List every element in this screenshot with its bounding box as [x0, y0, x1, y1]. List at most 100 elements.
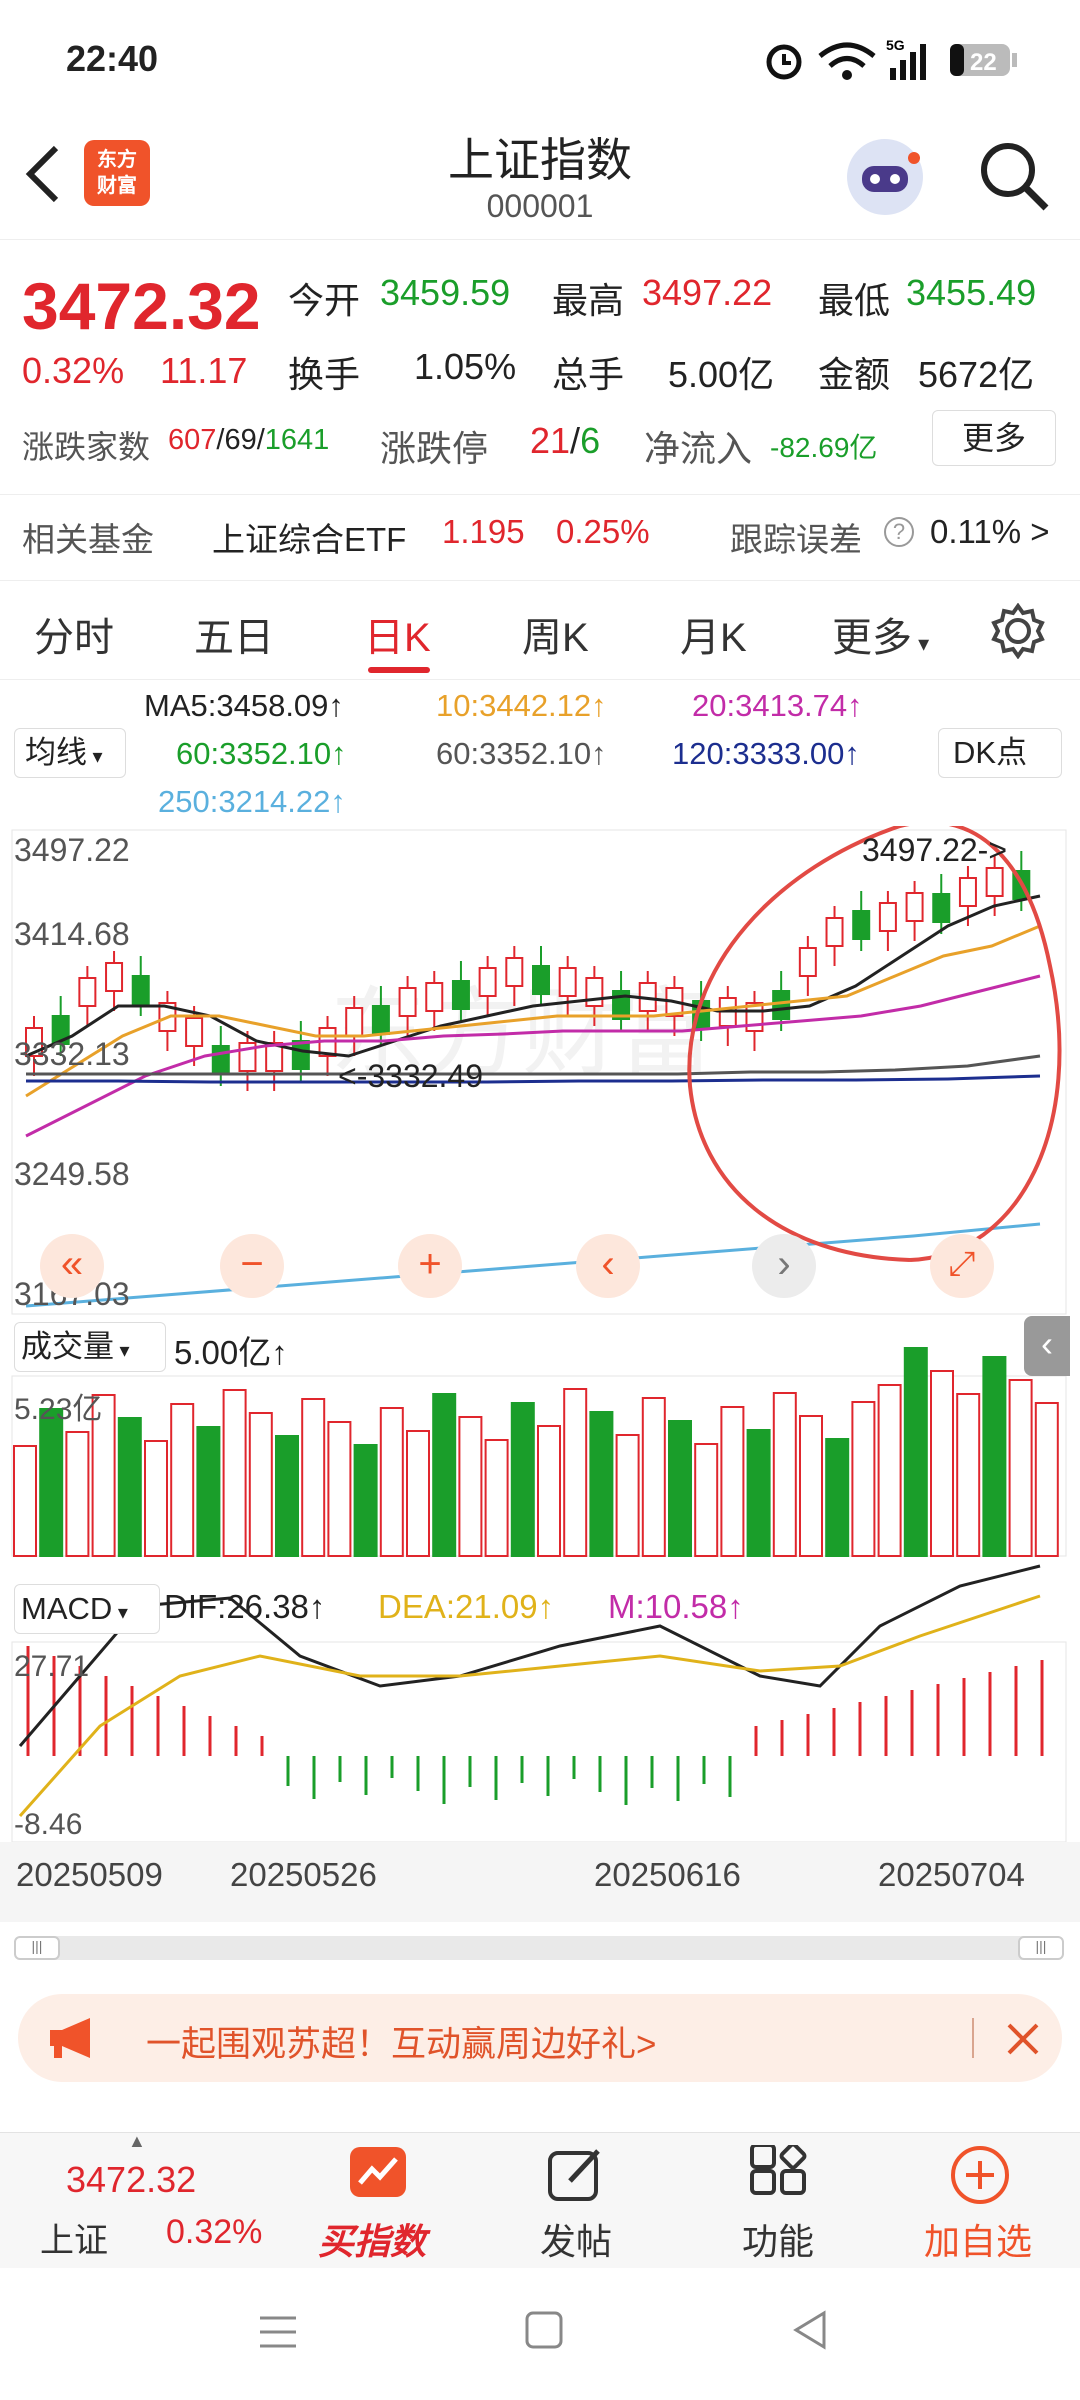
candle-body	[185, 1017, 204, 1047]
volume-bar	[39, 1408, 64, 1557]
macd-selector[interactable]: MACD ▾	[14, 1584, 160, 1634]
home-icon[interactable]	[524, 2310, 564, 2350]
zoom-out-icon[interactable]: −	[220, 1234, 284, 1298]
tab-daily-k[interactable]: 日K	[364, 605, 431, 663]
macd-dif-label: DIF:26.38↑	[164, 1588, 326, 1625]
zoom-in-icon[interactable]: +	[398, 1234, 462, 1298]
settings-gear-icon[interactable]	[990, 603, 1046, 659]
volume-bar	[799, 1415, 823, 1557]
date-label: 20250704	[878, 1856, 1025, 1893]
functions-label[interactable]: 功能	[742, 2213, 814, 2265]
candle-body	[371, 1005, 390, 1035]
close-icon[interactable]	[1006, 2022, 1040, 2056]
banner-text: 一起围观苏超！互动赢周边好礼>	[146, 2025, 657, 2064]
megaphone-icon	[50, 2018, 90, 2058]
volume-bar	[406, 1430, 430, 1557]
date-label: 20250616	[594, 1856, 741, 1893]
tab-more[interactable]: 更多 ▾	[832, 605, 929, 663]
buy-index-icon[interactable]	[346, 2143, 410, 2207]
more-button[interactable]: 更多	[932, 410, 1056, 466]
ma120-label: 120:3333.00↑	[672, 736, 860, 771]
high-value: 3497.22	[642, 272, 773, 313]
volume-value-label: 5.00亿↑	[174, 1334, 288, 1371]
tab-intraday[interactable]: 分时	[34, 605, 114, 663]
candle-body	[291, 1040, 310, 1070]
high-annotation: 3497.22->	[862, 832, 1008, 868]
add-watchlist-label[interactable]: 加自选	[924, 2213, 1032, 2265]
volume-bar	[615, 1434, 640, 1557]
change-value: 11.17	[160, 350, 248, 391]
menu-icon[interactable]	[258, 2312, 298, 2352]
alarm-icon	[766, 44, 802, 80]
candle-body	[345, 1007, 364, 1037]
macd-m-label: M:10.58↑	[608, 1588, 744, 1625]
range-handle-left[interactable]: |||	[14, 1936, 60, 1960]
dk-point-button[interactable]: DK点	[938, 728, 1062, 778]
volume-value: 5.00亿	[668, 354, 775, 395]
volume-bar	[903, 1347, 928, 1557]
volume-bar	[1034, 1402, 1059, 1557]
candlestick-area: 东方财富	[11, 826, 1067, 1843]
volume-bar	[825, 1438, 850, 1557]
bottom-index-price[interactable]: 3472.32	[66, 2159, 196, 2201]
candle-body	[852, 910, 871, 940]
tab-monthly-k[interactable]: 月K	[680, 605, 747, 663]
search-icon[interactable]	[976, 138, 1052, 214]
last-price: 3472.32	[22, 269, 261, 343]
period-tabs: 分时 五日 日K 周K 月K 更多 ▾	[0, 580, 1080, 680]
buy-index-label[interactable]: 买指数	[318, 2213, 426, 2265]
volume-bar	[222, 1389, 247, 1557]
macd-dea-label: DEA:21.09↑	[378, 1588, 555, 1625]
scroll-right-icon[interactable]: ›	[752, 1234, 816, 1298]
tab-weekly-k[interactable]: 周K	[522, 605, 589, 663]
status-icons: 5G 22	[766, 37, 1017, 80]
date-axis: 20250509 20250526 20250616 20250704	[0, 1842, 1080, 1922]
fullscreen-icon[interactable]: ⤢	[930, 1234, 994, 1298]
kline-chart[interactable]: 东方财富	[0, 826, 1080, 1936]
fund-pct: 0.25%	[556, 513, 650, 550]
volume-bar	[641, 1397, 666, 1557]
candle-body	[451, 980, 470, 1010]
related-fund-row[interactable]: 相关基金 上证综合ETF 1.195 0.25% 跟踪误差 ? 0.11% >	[0, 494, 1080, 566]
functions-grid-icon[interactable]	[748, 2145, 808, 2205]
range-handle-right[interactable]: |||	[1018, 1936, 1064, 1960]
volume-bar	[877, 1384, 902, 1557]
ma-selector[interactable]: 均线 ▾	[14, 728, 126, 778]
candle-body	[131, 975, 150, 1005]
volume-bar	[1008, 1379, 1033, 1557]
volume-bar	[327, 1421, 352, 1557]
back-nav-icon[interactable]	[790, 2310, 830, 2350]
scroll-left-fast-icon[interactable]: «	[40, 1234, 104, 1298]
add-watchlist-icon[interactable]	[948, 2143, 1012, 2207]
candle-body	[398, 987, 417, 1017]
bottom-index-name[interactable]: 上证	[40, 2213, 108, 2262]
volume-bar	[248, 1412, 273, 1557]
turnover-value: 1.05%	[414, 346, 517, 387]
volume-selector[interactable]: 成交量 ▾	[14, 1322, 166, 1372]
volume-bar	[851, 1401, 876, 1557]
post-label[interactable]: 发帖	[540, 2213, 612, 2265]
range-scrollbar[interactable]: ||| |||	[14, 1936, 1064, 1960]
post-edit-icon[interactable]	[546, 2145, 606, 2205]
macd-top-label: 27.71	[14, 1650, 90, 1683]
promo-banner[interactable]: 一起围观苏超！互动赢周边好礼>	[18, 1994, 1062, 2082]
low-label: 最低	[818, 280, 891, 321]
robot-assistant-icon[interactable]	[842, 134, 928, 220]
scroll-left-icon[interactable]: ‹	[576, 1234, 640, 1298]
help-icon[interactable]: ?	[884, 517, 914, 547]
candle-body	[932, 893, 951, 923]
open-label: 今开	[288, 280, 361, 321]
limit-values: 21/6	[530, 420, 601, 461]
volume-bar	[458, 1416, 483, 1557]
volume-bar	[379, 1407, 404, 1557]
inflow-value: -82.69亿	[770, 432, 878, 463]
volume-bar	[275, 1435, 299, 1557]
volume-bar	[982, 1356, 1007, 1557]
collapse-panel-icon[interactable]: ‹	[1024, 1316, 1070, 1376]
volume-bar	[537, 1425, 561, 1557]
volume-bar	[720, 1406, 745, 1557]
limit-label: 涨跌停	[380, 428, 489, 469]
bottom-index-pct[interactable]: 0.32%	[166, 2213, 262, 2252]
expand-arrow-icon[interactable]: ▲	[128, 2131, 146, 2152]
tab-five-day[interactable]: 五日	[194, 605, 274, 663]
